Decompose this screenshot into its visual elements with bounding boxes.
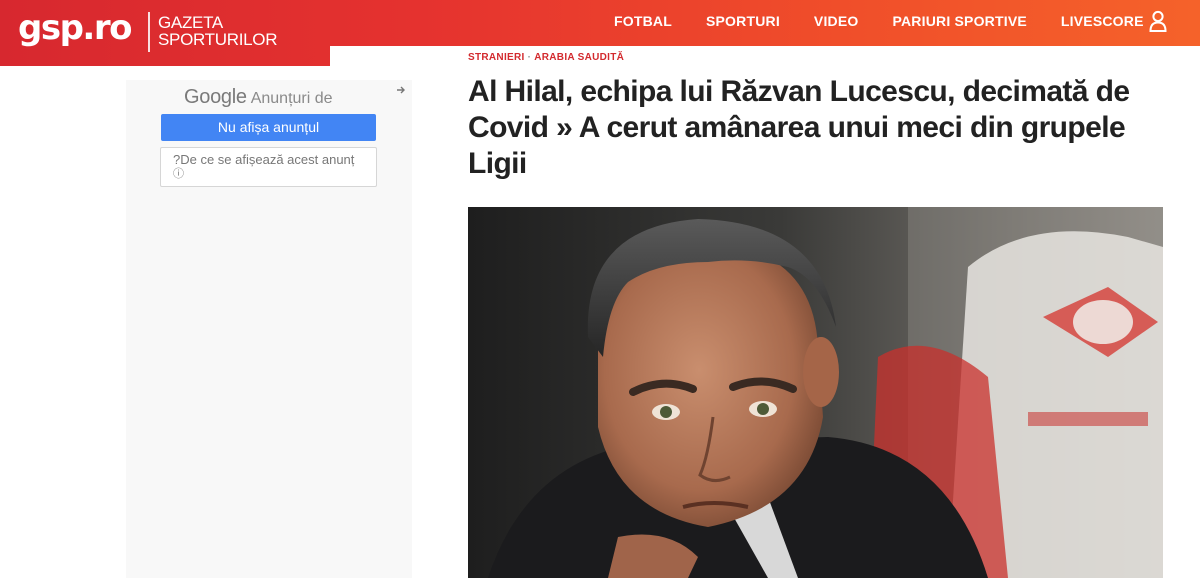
photo-illustration: [468, 207, 1163, 578]
info-icon: ⓘ: [173, 168, 184, 180]
article-title: Al Hilal, echipa lui Răzvan Lucescu, dec…: [468, 75, 1130, 180]
article-photo[interactable]: [468, 207, 1163, 578]
nav-item-pariuri-sportive[interactable]: PARIURI SPORTIVE: [893, 13, 1027, 29]
ad-google-label: Google Anunțuri de: [184, 86, 333, 109]
logo[interactable]: gsp.ro: [18, 6, 132, 50]
breadcrumb-separator: ·: [527, 52, 532, 63]
logo-subtitle-line1: GAZETA: [158, 13, 223, 32]
ads-by-label: Anunțuri de: [250, 90, 333, 107]
why-this-ad-link[interactable]: ?De ce se afișează acest anunț ⓘ: [160, 147, 377, 187]
user-icon[interactable]: [1148, 10, 1168, 32]
main-nav: FOTBAL SPORTURI VIDEO PARIURI SPORTIVE L…: [600, 0, 1178, 42]
header-divider: [330, 46, 1200, 66]
breadcrumb-item-arabia-saudita[interactable]: ARABIA SAUDITĂ: [534, 52, 624, 63]
nav-item-video[interactable]: VIDEO: [814, 13, 859, 29]
nav-item-fotbal[interactable]: FOTBAL: [614, 13, 672, 29]
breadcrumb-item-stranieri[interactable]: STRANIERI: [468, 52, 525, 63]
arrow-icon[interactable]: [396, 82, 406, 98]
hide-ad-button[interactable]: Nu afișa anunțul: [161, 114, 376, 141]
nav-item-livescore[interactable]: LIVESCORE: [1061, 13, 1144, 29]
logo-subtitle-line2: SPORTURILOR: [158, 30, 278, 49]
logo-separator: [148, 12, 150, 52]
breadcrumb: STRANIERI · ARABIA SAUDITĂ: [468, 52, 624, 63]
logo-block[interactable]: gsp.ro GAZETA SPORTURILOR: [0, 0, 330, 66]
why-this-ad-text: ?De ce se afișează acest anunț: [173, 152, 355, 167]
google-wordmark: Google: [184, 86, 247, 108]
ad-column: Google Anunțuri de Nu afișa anunțul ?De c…: [126, 80, 412, 578]
logo-subtitle[interactable]: GAZETA SPORTURILOR: [158, 14, 298, 48]
nav-item-sporturi[interactable]: SPORTURI: [706, 13, 780, 29]
